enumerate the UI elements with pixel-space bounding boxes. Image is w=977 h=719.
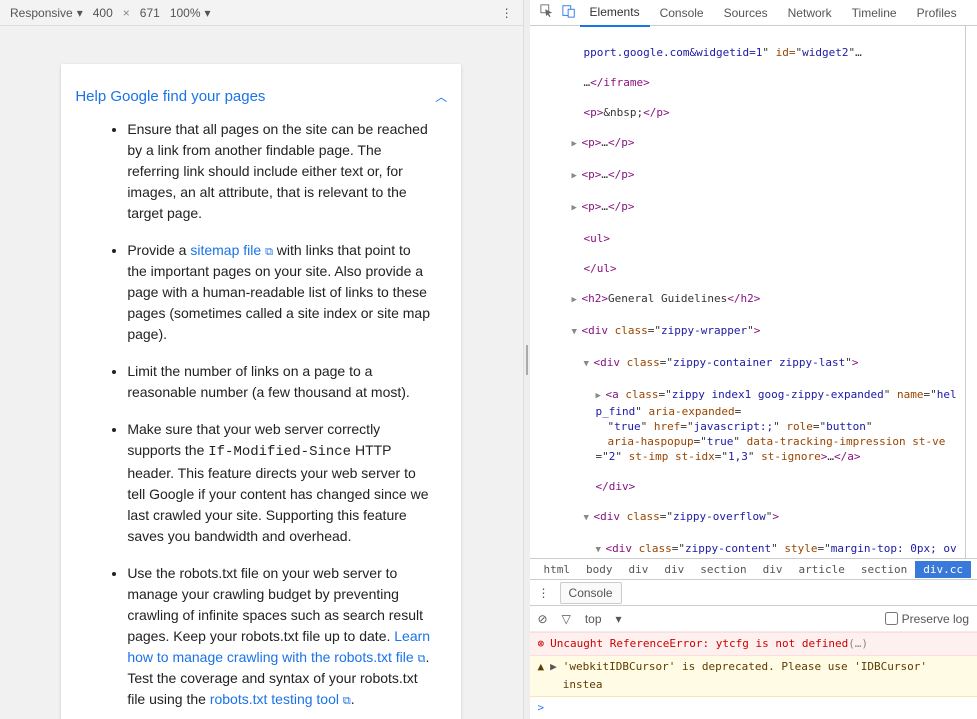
code-literal: If-Modified-Since <box>208 444 351 460</box>
console-menu-icon[interactable]: ⋮ <box>536 586 552 600</box>
list-item: Use the robots.txt file on your web serv… <box>127 563 431 710</box>
console-error-row[interactable]: ⊗ Uncaught ReferenceError: ytcfg is not … <box>530 632 977 656</box>
list-item: Ensure that all pages on the site can be… <box>127 119 431 224</box>
console-messages: ⊗ Uncaught ReferenceError: ytcfg is not … <box>530 632 977 719</box>
expander-header[interactable]: Help Google find your pages ︿ <box>75 88 447 105</box>
devtools-pane: Elements Console Sources Network Timelin… <box>530 0 977 719</box>
breadcrumb-item[interactable]: section <box>853 561 915 578</box>
breadcrumb-item[interactable]: body <box>578 561 621 578</box>
dimension-separator: × <box>123 6 130 20</box>
clear-console-icon[interactable]: ⊘ <box>538 612 548 626</box>
breadcrumb-item[interactable]: section <box>692 561 754 578</box>
devtools-tabbar: Elements Console Sources Network Timelin… <box>530 0 977 26</box>
tab-console[interactable]: Console <box>650 0 714 26</box>
breadcrumb-item[interactable]: html <box>536 561 579 578</box>
expand-arrow-icon[interactable]: ▶ <box>550 658 557 694</box>
error-icon: ⊗ <box>538 635 545 653</box>
console-toolbar: ⊘ ▽ top ▾ Preserve log <box>530 606 977 632</box>
breadcrumb-item[interactable]: div <box>656 561 692 578</box>
inspect-element-icon[interactable] <box>536 4 558 21</box>
guidelines-list: Ensure that all pages on the site can be… <box>75 119 447 710</box>
list-item: Make sure that your web server correctly… <box>127 419 431 547</box>
breadcrumb-item[interactable]: div <box>755 561 791 578</box>
rendered-page-area: Help Google find your pages ︿ Ensure tha… <box>0 26 523 719</box>
breadcrumb-item[interactable]: div <box>621 561 657 578</box>
sitemap-file-link[interactable]: sitemap file ⧉ <box>190 242 273 258</box>
viewport-width-input[interactable]: 400 <box>93 6 113 20</box>
context-dropdown-icon[interactable]: ▾ <box>616 612 622 626</box>
filter-icon[interactable]: ▽ <box>562 612 571 626</box>
robots-testing-tool-link[interactable]: robots.txt testing tool ⧉ <box>210 691 351 707</box>
console-drawer-header: ⋮ Console <box>530 580 977 606</box>
device-toolbar-menu-icon[interactable]: ⋮ <box>501 6 513 20</box>
external-link-icon: ⧉ <box>265 246 273 258</box>
console-drawer-tab[interactable]: Console <box>560 582 622 604</box>
zoom-select[interactable]: 100% ▾ <box>170 6 211 20</box>
dom-breadcrumb: html body div div section div article se… <box>530 558 977 580</box>
tab-network[interactable]: Network <box>778 0 842 26</box>
device-mode-pane: Responsive ▾ 400 × 671 100% ▾ ⋮ Help Goo… <box>0 0 524 719</box>
console-prompt[interactable]: > <box>530 697 977 719</box>
chevron-up-icon: ︿ <box>435 88 447 105</box>
styles-pane-sliver <box>965 26 977 558</box>
external-link-icon: ⧉ <box>343 695 351 707</box>
warning-icon: ▲ <box>538 658 545 694</box>
list-item: Provide a sitemap file ⧉ with links that… <box>127 240 431 345</box>
tab-sources[interactable]: Sources <box>714 0 778 26</box>
tab-profiles[interactable]: Profiles <box>907 0 967 26</box>
toggle-device-icon[interactable] <box>558 4 580 21</box>
device-select[interactable]: Responsive ▾ <box>10 6 83 20</box>
execution-context-select[interactable]: top <box>585 612 602 626</box>
viewport-height-input[interactable]: 671 <box>140 6 160 20</box>
breadcrumb-item[interactable]: article <box>791 561 853 578</box>
preserve-log-checkbox[interactable]: Preserve log <box>885 612 969 626</box>
device-toolbar: Responsive ▾ 400 × 671 100% ▾ ⋮ <box>0 0 523 26</box>
dom-tree[interactable]: pport.google.com&widgetid=1" id="widget2… <box>530 26 965 558</box>
tab-elements[interactable]: Elements <box>580 0 650 27</box>
breadcrumb-item-active[interactable]: div.cc <box>915 561 971 578</box>
console-warning-row[interactable]: ▲ ▶ 'webkitIDBCursor' is deprecated. Ple… <box>530 656 977 697</box>
preserve-log-input[interactable] <box>885 612 898 625</box>
expander-title: Help Google find your pages <box>75 88 265 105</box>
tab-timeline[interactable]: Timeline <box>842 0 907 26</box>
page-card: Help Google find your pages ︿ Ensure tha… <box>61 64 461 719</box>
list-item: Limit the number of links on a page to a… <box>127 361 431 403</box>
